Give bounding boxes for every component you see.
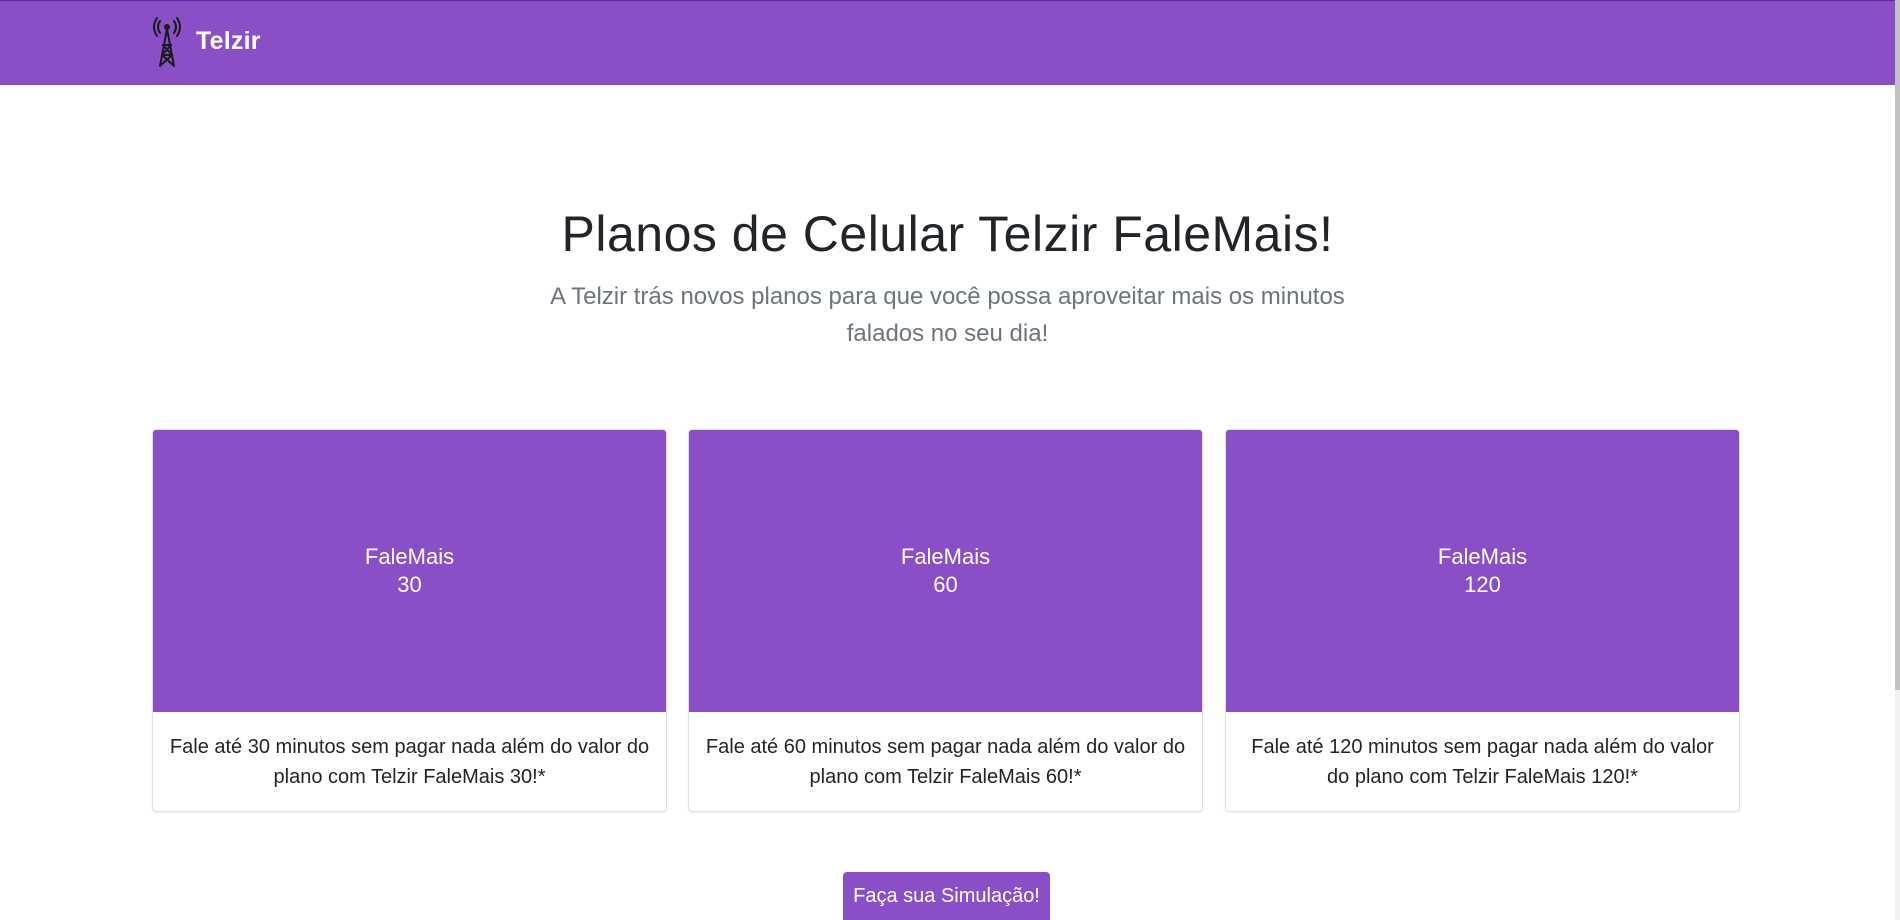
plan-minutes: 60 bbox=[933, 572, 958, 597]
brand-link[interactable]: Telzir bbox=[152, 13, 261, 69]
plan-minutes: 120 bbox=[1464, 572, 1501, 597]
plan-description: Fale até 60 minutos sem pagar nada além … bbox=[705, 736, 1186, 788]
radio-tower-icon bbox=[153, 17, 181, 67]
plan-card-header: FaleMais 120 bbox=[1226, 430, 1739, 712]
plan-card-falemais-60: FaleMais 60 Fale até 60 minutos sem paga… bbox=[688, 429, 1203, 812]
plan-name: FaleMais bbox=[364, 544, 455, 569]
plan-minutes: 30 bbox=[397, 572, 422, 597]
plan-description: Fale até 120 minutos sem pagar nada além… bbox=[1251, 736, 1714, 788]
plan-card-body: Fale até 120 minutos sem pagar nada além… bbox=[1226, 712, 1739, 811]
page-title: Planos de Celular Telzir FaleMais! bbox=[561, 206, 1334, 262]
plan-card-falemais-120: FaleMais 120 Fale até 120 minutos sem pa… bbox=[1225, 429, 1740, 812]
top-navbar: Telzir bbox=[0, 0, 1895, 85]
plan-card-falemais-30: FaleMais 30 Fale até 30 minutos sem paga… bbox=[152, 429, 667, 812]
simulation-button[interactable]: Faça sua Simulação! bbox=[843, 872, 1050, 920]
plan-card-header: FaleMais 60 bbox=[689, 430, 1202, 712]
plan-description: Fale até 30 minutos sem pagar nada além … bbox=[169, 736, 650, 788]
plan-name: FaleMais bbox=[900, 544, 991, 569]
plan-card-body: Fale até 30 minutos sem pagar nada além … bbox=[153, 712, 666, 811]
page-subtitle: A Telzir trás novos planos para que você… bbox=[550, 283, 1345, 347]
plan-name: FaleMais bbox=[1437, 544, 1528, 569]
plan-card-body: Fale até 60 minutos sem pagar nada além … bbox=[689, 712, 1202, 811]
plan-card-header: FaleMais 30 bbox=[153, 430, 666, 712]
brand-name: Telzir bbox=[196, 26, 261, 55]
scrollbar-thumb[interactable] bbox=[1895, 0, 1900, 690]
page-scrollbar[interactable] bbox=[1895, 0, 1900, 920]
